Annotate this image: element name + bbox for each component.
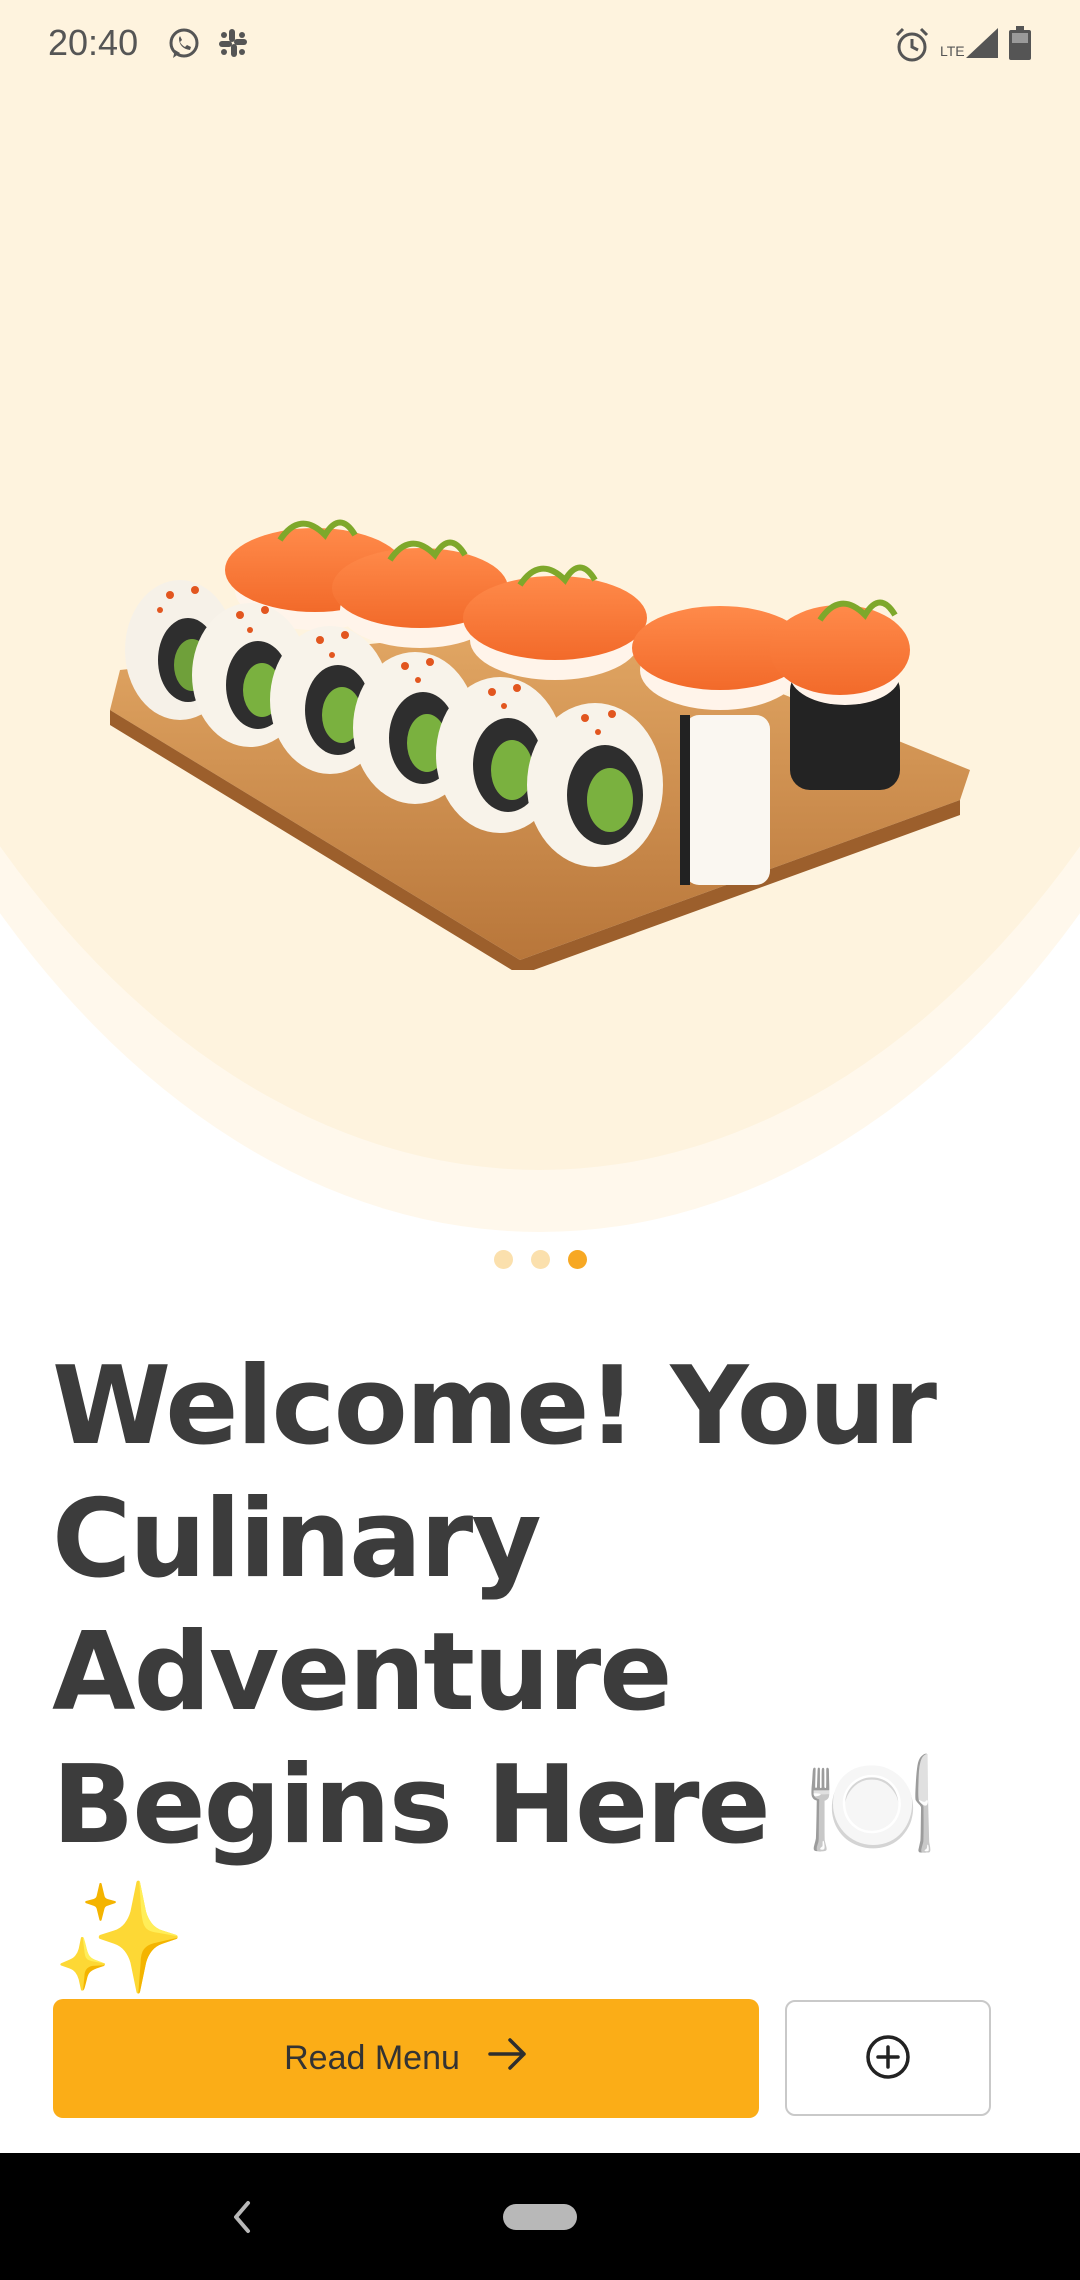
status-time: 20:40 [48,22,139,63]
carousel-pagination [0,1250,1080,1274]
whatsapp-icon [166,26,202,67]
pagination-dot[interactable] [493,1250,513,1269]
back-chevron-icon[interactable] [224,2197,260,2237]
add-button[interactable] [785,2000,991,2116]
read-menu-label: Read Menu [284,2039,460,2077]
signal-icon: LTE [940,26,1000,69]
svg-text:LTE: LTE [940,43,965,59]
status-bar: 20:40 LTE [0,0,1080,90]
read-menu-button[interactable]: Read Menu [53,1999,759,2118]
onboarding-screen: 20:40 LTE Welcome! Your Culinary Adventu… [0,0,1080,2280]
alarm-icon [893,26,931,69]
pagination-dot[interactable] [530,1250,550,1269]
pagination-dot-active[interactable] [567,1250,587,1269]
welcome-headline: Welcome! Your Culinary Adventure Begins … [52,1344,939,2001]
system-navigation-bar [0,2153,1080,2280]
arrow-right-icon [488,2037,528,2080]
sushi-platter-image [110,519,970,970]
battery-icon [1008,26,1032,67]
slack-icon [216,26,250,65]
plus-circle-icon [864,2033,912,2084]
home-pill-icon[interactable] [503,2204,577,2230]
